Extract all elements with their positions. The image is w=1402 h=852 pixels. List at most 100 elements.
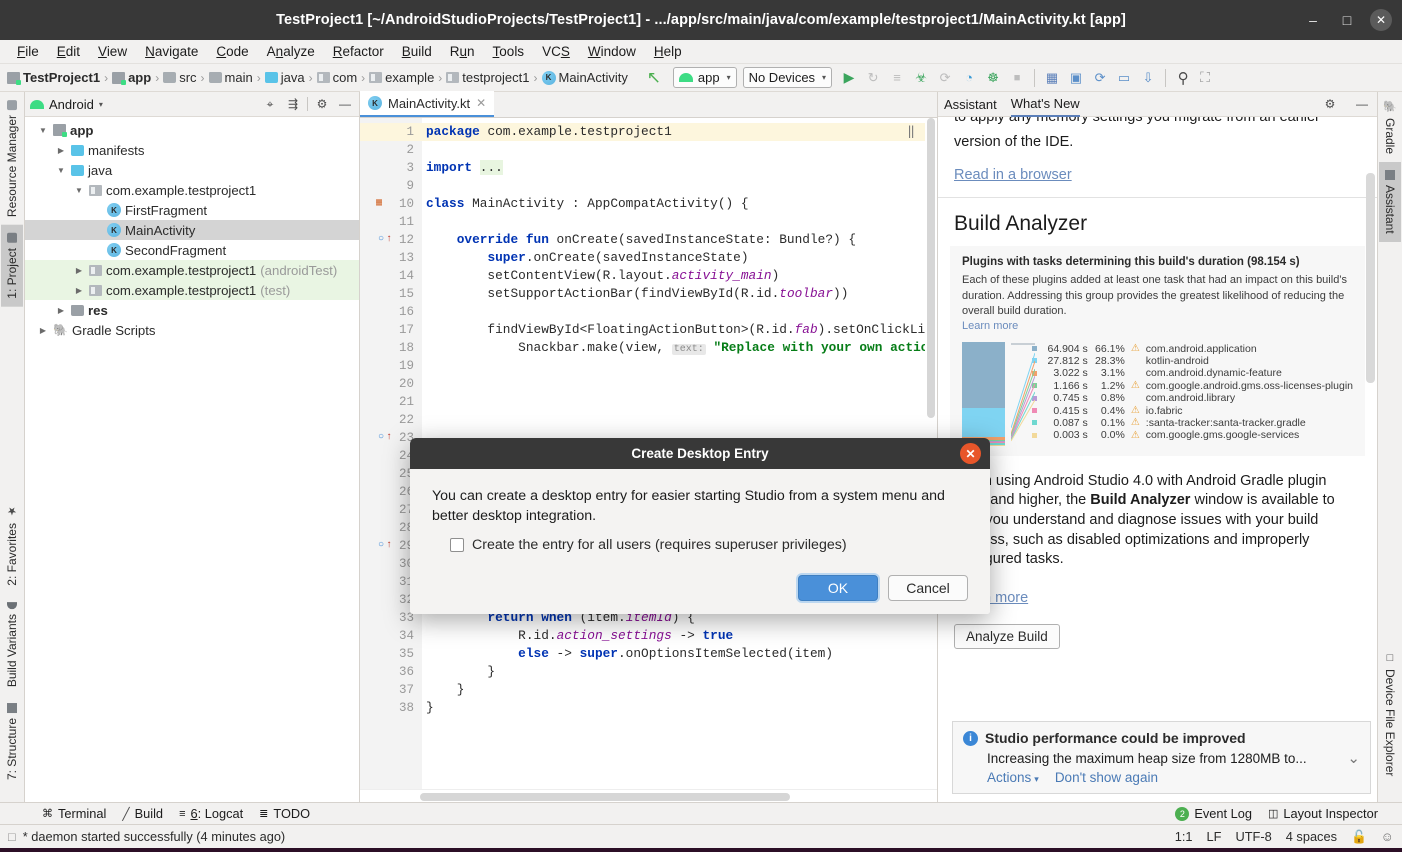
menu-build[interactable]: Build <box>393 42 441 61</box>
encoding[interactable]: UTF-8 <box>1235 829 1271 844</box>
caret-position[interactable]: 1:1 <box>1175 829 1193 844</box>
sidebar-tab-structure[interactable]: 7: Structure <box>1 695 23 788</box>
gutter-line-2[interactable]: 2 <box>360 141 422 159</box>
menu-tools[interactable]: Tools <box>484 42 534 61</box>
ok-button[interactable]: OK <box>798 575 878 602</box>
hide-panel-icon[interactable]: — <box>1353 95 1371 113</box>
gutter-line-9[interactable]: 9 <box>360 177 422 195</box>
override-gutter-icon[interactable]: ○ <box>378 537 384 555</box>
actions-dropdown[interactable]: Actions ▾ <box>987 770 1039 785</box>
breadcrumb-mainactivity[interactable]: MainActivity <box>541 70 629 85</box>
hector-icon[interactable]: ☺ <box>1381 829 1394 844</box>
unlocked-padlock-icon[interactable]: 🔓 <box>1351 829 1367 845</box>
line-separator[interactable]: LF <box>1207 829 1222 844</box>
device-manager-button[interactable]: ▭ <box>1113 67 1135 89</box>
tree-expander[interactable]: ▶ <box>55 306 67 315</box>
indent-setting[interactable]: 4 spaces <box>1286 829 1337 844</box>
menu-vcs[interactable]: VCS <box>533 42 579 61</box>
sdk-manager-button[interactable]: ▦ <box>1041 67 1063 89</box>
tree-expander[interactable]: ▼ <box>55 166 67 175</box>
gutter-line-11[interactable]: 11 <box>360 213 422 231</box>
menu-edit[interactable]: Edit <box>48 42 89 61</box>
apply-changes-button[interactable]: ↻ <box>862 67 884 89</box>
run-configuration-selector[interactable]: app ▾ <box>672 67 737 88</box>
breadcrumb-java[interactable]: java <box>264 70 306 85</box>
dialog-close-icon[interactable]: ✕ <box>960 443 981 464</box>
menu-window[interactable]: Window <box>579 42 645 61</box>
toolwindow-terminal[interactable]: ⌘ Terminal <box>42 806 106 821</box>
run-with-coverage-button[interactable]: ☸ <box>982 67 1004 89</box>
gutter-line-18[interactable]: 18 <box>360 339 422 357</box>
menu-help[interactable]: Help <box>645 42 691 61</box>
close-button[interactable]: ✕ <box>1364 0 1398 40</box>
close-icon[interactable]: ✕ <box>476 96 486 110</box>
gutter-line-22[interactable]: 22 <box>360 411 422 429</box>
gutter-line-21[interactable]: 21 <box>360 393 422 411</box>
settings-gear-icon[interactable]: ⚙ <box>1321 95 1339 113</box>
apply-code-changes-button[interactable]: ≡ <box>886 67 908 89</box>
tree-item-firstfragment[interactable]: FirstFragment <box>25 200 359 220</box>
hide-panel-icon[interactable]: — <box>336 95 354 113</box>
breadcrumb-com[interactable]: com <box>316 70 359 85</box>
gutter-line-36[interactable]: 36 <box>360 663 422 681</box>
search-everywhere-icon[interactable]: ⚲ <box>1172 67 1194 89</box>
statusbar-layout-inspector[interactable]: ◫ Layout Inspector <box>1268 806 1378 821</box>
sidebar-tab-resource-manager[interactable]: Resource Manager <box>1 92 23 225</box>
tree-item-com-example-testproject1[interactable]: ▼ com.example.testproject1 <box>25 180 359 200</box>
scrollbar-thumb[interactable] <box>420 793 790 801</box>
tree-item-gradle-scripts[interactable]: ▶ 🐘 Gradle Scripts <box>25 320 359 340</box>
tree-expander[interactable]: ▼ <box>37 126 49 135</box>
sdk-download-button[interactable]: ⇩ <box>1137 67 1159 89</box>
tree-item-java[interactable]: ▼ java <box>25 160 359 180</box>
gutter-line-34[interactable]: 34 <box>360 627 422 645</box>
gutter-line-12[interactable]: ○ ↑ 12 <box>360 231 422 249</box>
run-button[interactable]: ▶ <box>838 67 860 89</box>
chevron-down-icon[interactable]: ⌄ <box>1347 749 1360 767</box>
tab-assistant[interactable]: Assistant <box>944 92 997 117</box>
menu-navigate[interactable]: Navigate <box>136 42 207 61</box>
gutter-line-16[interactable]: 16 <box>360 303 422 321</box>
breadcrumb-testproject1[interactable]: TestProject1 <box>6 70 101 85</box>
tab-whats-new[interactable]: What's New <box>1010 92 1080 117</box>
scrollbar-thumb[interactable] <box>927 118 935 418</box>
gutter-line-20[interactable]: 20 <box>360 375 422 393</box>
menu-view[interactable]: View <box>89 42 136 61</box>
gutter-line-37[interactable]: 37 <box>360 681 422 699</box>
project-tree[interactable]: ▼ app ▶ manifests ▼ java ▼ com.example.testproj… <box>25 117 359 802</box>
editor-horizontal-scrollbar[interactable] <box>360 789 937 802</box>
toolwindow-todo[interactable]: ≣ TODO <box>259 806 310 821</box>
card-learn-more-link[interactable]: Learn more <box>962 320 1353 332</box>
read-in-browser-link[interactable]: Read in a browser <box>954 167 1072 183</box>
toolwindow-build[interactable]: ╱ Build <box>122 806 163 821</box>
tree-expander[interactable]: ▼ <box>73 186 85 195</box>
menu-code[interactable]: Code <box>207 42 257 61</box>
analyze-build-button[interactable]: Analyze Build <box>954 623 1060 649</box>
select-opened-file-icon[interactable]: ⌖ <box>261 95 279 113</box>
breadcrumb-app[interactable]: app <box>111 70 152 85</box>
dont-show-again-link[interactable]: Don't show again <box>1055 770 1158 785</box>
sidebar-tab-project[interactable]: 1: Project <box>1 225 23 307</box>
tree-item-mainactivity[interactable]: MainActivity <box>25 220 359 240</box>
gutter-line-15[interactable]: 15 <box>360 285 422 303</box>
breadcrumb-example[interactable]: example <box>368 70 435 85</box>
tree-item-com-example-testproject1[interactable]: ▶ com.example.testproject1 (androidTest) <box>25 260 359 280</box>
tree-item-app[interactable]: ▼ app <box>25 120 359 140</box>
profile-avatar-icon[interactable]: ⛶ <box>1194 67 1216 89</box>
sidebar-tab-device-file-explorer[interactable]: □ Device File Explorer <box>1379 644 1401 784</box>
override-gutter-icon[interactable]: ○ <box>378 429 384 447</box>
tree-item-secondfragment[interactable]: SecondFragment <box>25 240 359 260</box>
tree-item-manifests[interactable]: ▶ manifests <box>25 140 359 160</box>
gutter-line-10[interactable]: ▦ 10 <box>360 195 422 213</box>
toolwindow-logcat[interactable]: ≡ 6: Logcat <box>179 806 243 821</box>
tree-expander[interactable]: ▶ <box>37 326 49 335</box>
make-project-button[interactable]: ↖ <box>643 67 665 89</box>
maximize-button[interactable]: □ <box>1330 0 1364 40</box>
profiler-button[interactable]: ◔ <box>958 67 980 89</box>
attach-debugger-button[interactable]: ⟳ <box>934 67 956 89</box>
assistant-scrollbar-thumb[interactable] <box>1366 173 1375 383</box>
run-class-gutter-icon[interactable]: ▦ <box>376 195 382 213</box>
menu-refactor[interactable]: Refactor <box>324 42 393 61</box>
settings-gear-icon[interactable]: ⚙ <box>313 95 331 113</box>
breadcrumb-src[interactable]: src <box>162 70 197 85</box>
menu-analyze[interactable]: Analyze <box>258 42 324 61</box>
